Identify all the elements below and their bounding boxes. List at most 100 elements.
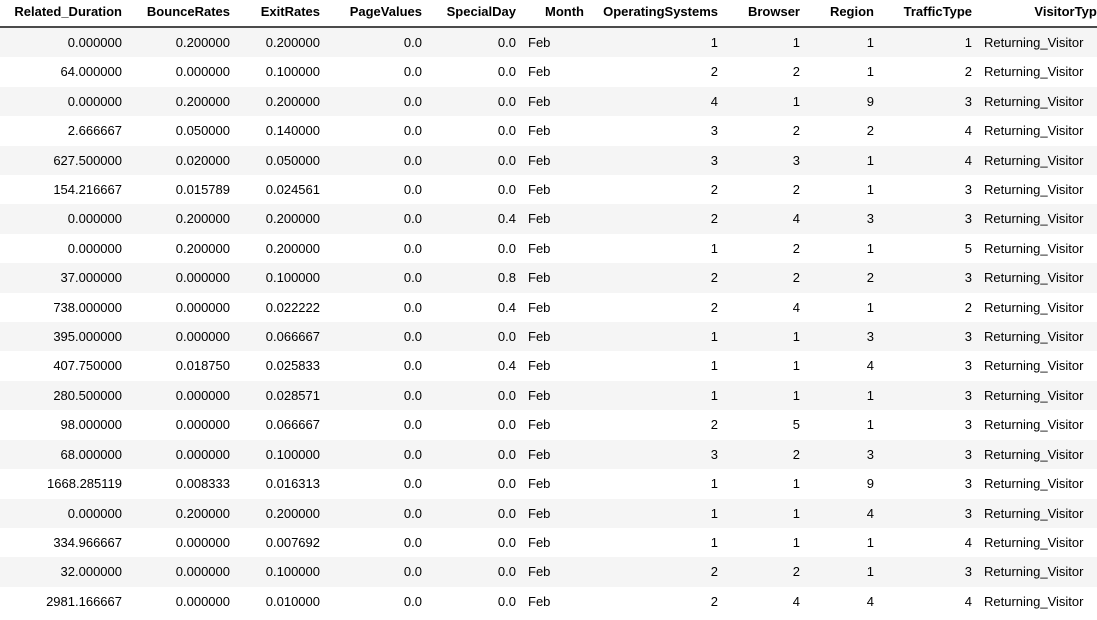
cell-exitrates: 0.050000 [265,152,320,168]
table-row: 738.000000 0.000000 0.022222 0.0 0.4 Feb 2 4 1 2 R… [0,292,1097,323]
cell-operatingsystems: 1 [710,240,718,256]
cell-bouncerates: 0.000000 [175,64,230,80]
cell-operatingsystems: 4 [710,93,718,109]
cell-exitrates: 0.022222 [265,299,320,315]
cell-region: 1 [866,182,874,198]
column-header-specialday[interactable]: SpecialDay [428,0,522,28]
cell-browser: 2 [792,123,800,139]
table-row: 64.000000 0.000000 0.100000 0.0 0.0 Feb 2 2 1 2 Re… [0,57,1097,87]
column-header-bouncerates[interactable]: BounceRates [128,0,236,28]
cell-visitortype: Returning_Visitor [984,182,1084,198]
cell-region: 1 [866,299,874,315]
cell-region: 1 [866,564,874,580]
column-header-traffictype[interactable]: TrafficType [880,0,978,28]
cell-region: 9 [866,93,874,109]
cell-traffictype: 2 [964,64,972,80]
cell-browser: 2 [792,446,800,462]
cell-specialday: 0.0 [497,417,516,433]
cell-pagevalues: 0.0 [403,534,422,550]
column-header-related_duration[interactable]: Related_Duration [0,0,128,28]
cell-month: Feb [528,446,551,462]
cell-specialday: 0.0 [497,152,516,168]
cell-visitortype: Returning_Visitor [984,358,1084,374]
column-header-pagevalues[interactable]: PageValues [326,0,428,28]
cell-operatingsystems: 1 [710,534,718,550]
cell-related_duration: 154.216667 [53,182,122,198]
column-header-region[interactable]: Region [806,0,880,28]
cell-month: Feb [528,476,551,492]
cell-exitrates: 0.024561 [265,182,320,198]
cell-pagevalues: 0.0 [403,387,422,403]
table-row: 0.000000 0.200000 0.200000 0.0 0.0 Feb 4 1 9 3 Ret… [0,86,1097,117]
column-header-browser[interactable]: Browser [724,0,806,28]
cell-visitortype: Returning_Visitor [984,417,1084,433]
cell-bouncerates: 0.000000 [175,593,230,609]
cell-browser: 1 [792,358,800,374]
cell-operatingsystems: 1 [710,476,718,492]
cell-traffictype: 4 [964,152,972,168]
column-header-operatingsystems[interactable]: OperatingSystems [590,0,724,28]
cell-month: Feb [528,329,551,345]
cell-region: 4 [866,593,874,609]
cell-exitrates: 0.066667 [265,329,320,345]
cell-related_duration: 0.000000 [67,35,122,50]
column-header-visitortype[interactable]: VisitorType [978,0,1097,28]
cell-related_duration: 395.000000 [53,329,122,345]
cell-browser: 1 [792,534,800,550]
cell-traffictype: 3 [964,417,972,433]
cell-visitortype: Returning_Visitor [984,35,1084,50]
cell-pagevalues: 0.0 [403,358,422,374]
cell-bouncerates: 0.000000 [175,446,230,462]
cell-traffictype: 3 [964,270,972,286]
cell-visitortype: Returning_Visitor [984,446,1084,462]
cell-visitortype: Returning_Visitor [984,152,1084,168]
cell-operatingsystems: 2 [710,564,718,580]
cell-traffictype: 4 [964,123,972,139]
cell-pagevalues: 0.0 [403,299,422,315]
cell-browser: 2 [792,564,800,580]
cell-bouncerates: 0.200000 [175,505,230,521]
cell-visitortype: Returning_Visitor [984,593,1084,609]
cell-browser: 4 [792,211,800,227]
cell-traffictype: 3 [964,93,972,109]
cell-exitrates: 0.100000 [265,446,320,462]
cell-browser: 1 [792,329,800,345]
cell-pagevalues: 0.0 [403,64,422,80]
cell-bouncerates: 0.000000 [175,299,230,315]
cell-visitortype: Returning_Visitor [984,123,1084,139]
cell-bouncerates: 0.200000 [175,35,230,50]
cell-region: 4 [866,505,874,521]
header-row: Related_Duration BounceRates ExitRates Page… [0,0,1097,28]
cell-traffictype: 2 [964,299,972,315]
cell-browser: 1 [792,505,800,521]
cell-specialday: 0.0 [497,64,516,80]
cell-operatingsystems: 1 [710,329,718,345]
cell-operatingsystems: 2 [710,417,718,433]
cell-bouncerates: 0.050000 [175,123,230,139]
column-header-exitrates[interactable]: ExitRates [236,0,326,28]
cell-region: 4 [866,358,874,374]
cell-exitrates: 0.100000 [265,564,320,580]
cell-operatingsystems: 2 [710,182,718,198]
cell-related_duration: 2.666667 [67,123,122,139]
cell-specialday: 0.0 [497,329,516,345]
cell-exitrates: 0.066667 [265,417,320,433]
cell-bouncerates: 0.000000 [175,417,230,433]
table-row: 2981.166667 0.000000 0.010000 0.0 0.0 Feb 2 4 4 4… [0,586,1097,617]
cell-exitrates: 0.200000 [265,211,320,227]
cell-traffictype: 5 [964,240,972,256]
cell-month: Feb [528,534,551,550]
cell-related_duration: 334.966667 [53,534,122,550]
cell-pagevalues: 0.0 [403,35,422,50]
cell-visitortype: Returning_Visitor [984,240,1084,256]
cell-operatingsystems: 3 [710,152,718,168]
cell-related_duration: 0.000000 [67,211,122,227]
table-row: 2.666667 0.050000 0.140000 0.0 0.0 Feb 3 2 2 4 Ret… [0,116,1097,146]
cell-browser: 1 [792,387,800,403]
cell-bouncerates: 0.000000 [175,329,230,345]
cell-bouncerates: 0.018750 [175,358,230,374]
cell-related_duration: 37.000000 [60,270,122,286]
cell-pagevalues: 0.0 [403,211,422,227]
table-row: 407.750000 0.018750 0.025833 0.0 0.4 Feb 1 1 4 3 R… [0,351,1097,381]
column-header-month[interactable]: Month [522,0,590,28]
